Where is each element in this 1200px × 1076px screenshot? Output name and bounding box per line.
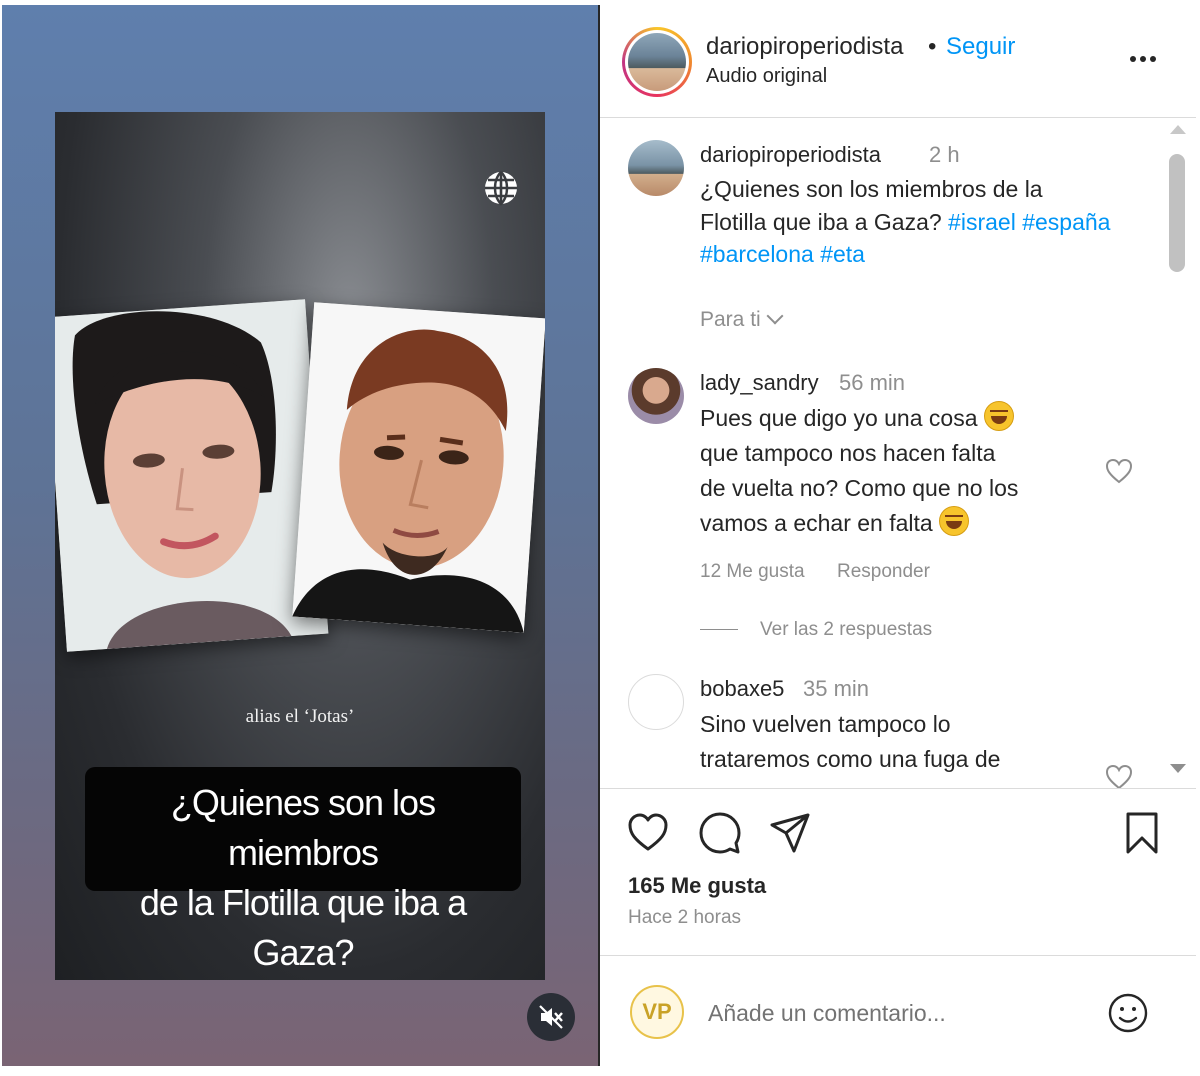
commenter-avatar[interactable] xyxy=(628,674,684,730)
comment-username[interactable]: lady_sandry xyxy=(700,370,819,396)
post-timestamp[interactable]: Hace 2 horas xyxy=(628,907,741,929)
reel-video-panel[interactable]: alias el ‘Jotas’ ¿Quienes son los miembr… xyxy=(2,5,598,1066)
caption-username[interactable]: dariopiroperiodista xyxy=(700,142,881,168)
mute-button[interactable] xyxy=(527,993,575,1041)
current-user-avatar: VP xyxy=(630,985,684,1039)
follow-button[interactable]: Seguir xyxy=(946,33,1015,61)
hashtag-link[interactable]: #israel xyxy=(948,209,1016,235)
separator-dot: • xyxy=(928,33,937,60)
author-avatar[interactable] xyxy=(622,27,692,97)
caption-line: ¿Quienes son los miembros de la xyxy=(700,176,1043,202)
commenter-avatar[interactable] xyxy=(628,368,684,424)
video-caption-line: de la Flotilla que iba a Gaza? xyxy=(139,882,467,973)
comment-line: trataremos como una fuga de xyxy=(700,746,1001,772)
laughing-emoji-icon xyxy=(939,506,970,536)
hashtag-link[interactable]: #españa xyxy=(1022,209,1110,235)
caption-line: Flotilla que iba a Gaza? #israel #españa xyxy=(700,206,1140,239)
more-icon[interactable] xyxy=(1127,49,1159,69)
comment-text: Pues que digo yo una cosa que tampoco no… xyxy=(700,401,1140,541)
laughing-emoji-icon xyxy=(983,401,1014,431)
hashtag-link[interactable]: #barcelona xyxy=(700,241,814,267)
replies-divider xyxy=(700,629,738,630)
comments-scroll-area[interactable]: dariopiroperiodista 2 h ¿Quienes son los… xyxy=(600,118,1196,788)
post-details-panel: dariopiroperiodista • Seguir Audio origi… xyxy=(600,5,1196,1066)
comment-text: Sino vuelven tampoco lo trataremos como … xyxy=(700,707,1140,777)
video-caption: ¿Quienes son los miembros de la Flotilla… xyxy=(85,767,521,973)
scroll-down-arrow-icon[interactable] xyxy=(1170,764,1186,773)
comment-like-heart-icon[interactable] xyxy=(1105,764,1133,788)
caption-text: ¿Quienes son los miembros de la Flotilla… xyxy=(700,173,1140,271)
actions-divider xyxy=(600,788,1196,789)
video-caption-line: ¿Quienes son los miembros xyxy=(170,782,436,873)
bookmark-icon[interactable] xyxy=(1120,811,1164,855)
post-header: dariopiroperiodista • Seguir Audio origi… xyxy=(600,5,1196,117)
chevron-down-icon xyxy=(766,307,784,325)
video-alias-text: alias el ‘Jotas’ xyxy=(245,706,355,727)
comment-line-text: Pues que digo yo una cosa xyxy=(700,405,978,431)
globe-icon xyxy=(485,171,517,206)
comment-username[interactable]: bobaxe5 xyxy=(700,676,784,702)
photo-woman xyxy=(55,299,329,652)
comment-line: vamos a echar en falta xyxy=(700,506,1140,541)
comment-likes[interactable]: 12 Me gusta xyxy=(700,561,805,583)
comment-line: Sino vuelven tampoco lo xyxy=(700,711,951,737)
comment-filter-dropdown[interactable]: Para ti xyxy=(700,307,784,332)
comment-like-heart-icon[interactable] xyxy=(1105,458,1133,484)
caption-line: #barcelona #eta xyxy=(700,238,1140,271)
author-username[interactable]: dariopiroperiodista xyxy=(706,33,903,61)
hashtag-link[interactable]: #eta xyxy=(820,241,865,267)
emoji-icon[interactable] xyxy=(1107,992,1149,1034)
comment-line-text: vamos a echar en falta xyxy=(700,510,933,536)
scroll-up-arrow-icon[interactable] xyxy=(1170,125,1186,134)
share-icon[interactable] xyxy=(768,811,812,855)
photo-man xyxy=(292,302,545,633)
comment-input[interactable] xyxy=(708,995,1088,1031)
likes-count[interactable]: 165 Me gusta xyxy=(628,873,766,899)
caption-time[interactable]: 2 h xyxy=(929,142,960,168)
comment-time[interactable]: 56 min xyxy=(839,370,905,396)
scrollbar-thumb[interactable] xyxy=(1169,154,1185,272)
heart-icon[interactable] xyxy=(626,811,670,855)
input-divider xyxy=(600,955,1196,956)
video-frame[interactable]: alias el ‘Jotas’ ¿Quienes son los miembr… xyxy=(55,112,545,980)
comment-filter-label: Para ti xyxy=(700,308,761,331)
author-avatar-image xyxy=(628,33,686,91)
audio-link[interactable]: Audio original xyxy=(706,65,827,88)
comment-icon[interactable] xyxy=(698,811,742,855)
reply-button[interactable]: Responder xyxy=(837,561,930,583)
comment-line: de vuelta no? Como que no los xyxy=(700,475,1019,501)
mute-icon xyxy=(539,1005,563,1029)
view-replies-button[interactable]: Ver las 2 respuestas xyxy=(760,619,932,641)
comment-time[interactable]: 35 min xyxy=(803,676,869,702)
caption-line-text: Flotilla que iba a Gaza? xyxy=(700,208,942,235)
caption-author-avatar[interactable] xyxy=(628,140,684,196)
comment-line: Pues que digo yo una cosa xyxy=(700,401,1140,436)
comment-line: que tampoco nos hacen falta xyxy=(700,440,996,466)
